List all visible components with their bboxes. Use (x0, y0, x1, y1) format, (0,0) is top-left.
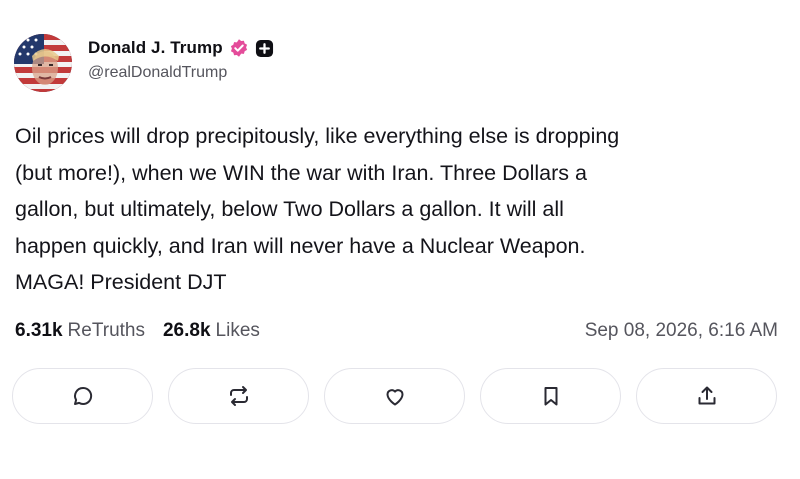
post-timestamp: Sep 08, 2026, 6:16 AM (584, 320, 778, 341)
retruth-icon (229, 386, 248, 406)
action-bar (12, 368, 777, 424)
author-name[interactable]: Donald J. Trump (88, 38, 223, 58)
bookmark-button[interactable] (480, 368, 621, 424)
reply-button[interactable] (12, 368, 153, 424)
retruth-button[interactable] (168, 368, 309, 424)
share-icon (698, 386, 715, 405)
like-button[interactable] (324, 368, 465, 424)
plus-badge-icon (255, 39, 273, 57)
likes-count[interactable]: 26.8k (163, 320, 211, 342)
likes-label[interactable]: Likes (216, 320, 260, 342)
retruths-count[interactable]: 6.31k (15, 320, 63, 342)
avatar-image (14, 34, 72, 92)
verified-badge-icon (230, 39, 247, 57)
reply-icon (73, 386, 92, 405)
retruths-label[interactable]: ReTruths (68, 320, 145, 342)
post-header: Donald J. Trump @realDonaldTrump (14, 34, 274, 92)
post-stats: 6.31k ReTruths 26.8k Likes (15, 320, 260, 342)
author-handle[interactable]: @realDonaldTrump (88, 64, 274, 82)
like-icon (386, 389, 403, 406)
post-text: Oil prices will drop precipitously, like… (15, 124, 620, 294)
avatar[interactable] (14, 34, 72, 92)
share-button[interactable] (636, 368, 777, 424)
bookmark-icon (544, 387, 557, 406)
